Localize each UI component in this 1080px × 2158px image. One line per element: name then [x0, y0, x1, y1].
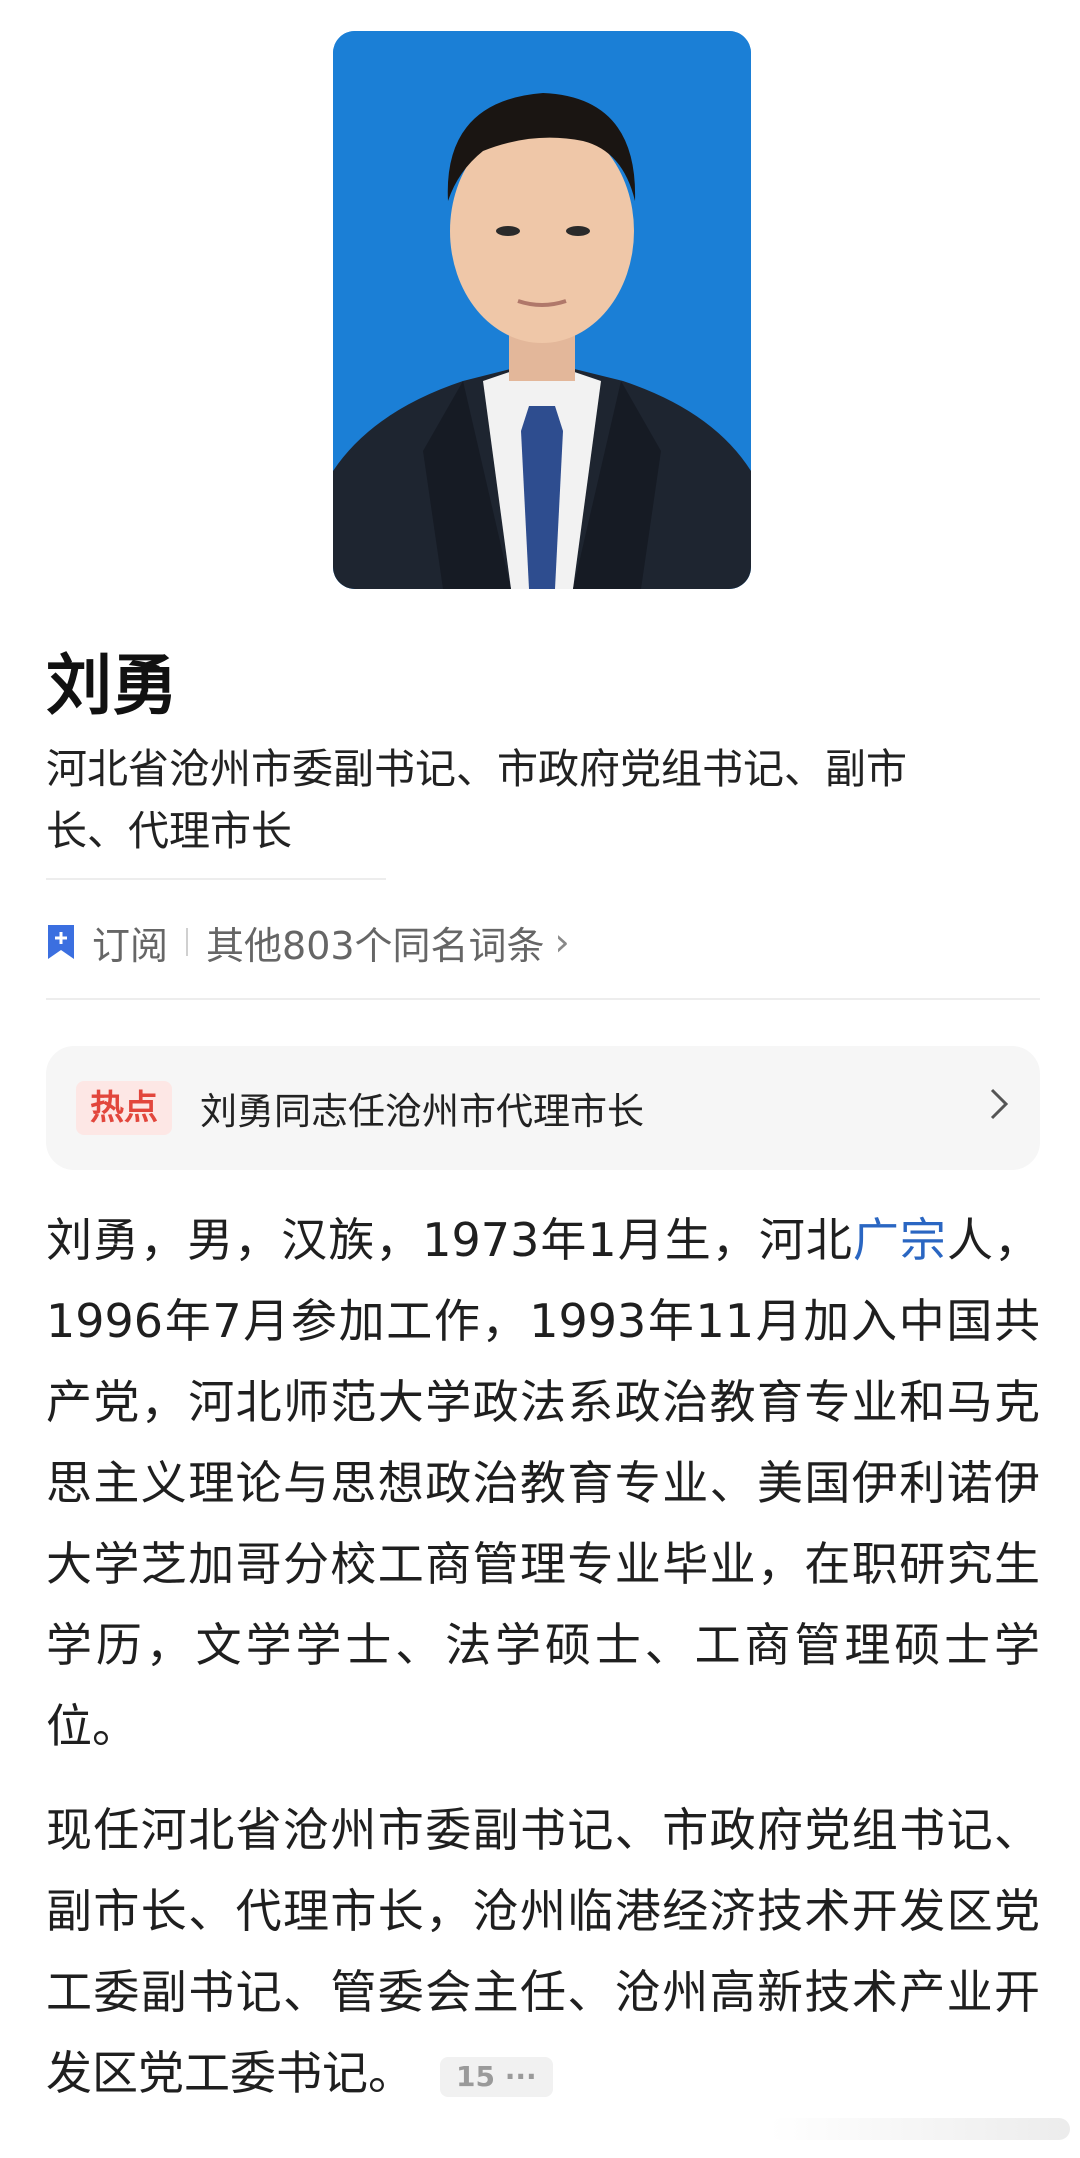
hot-badge: 热点 — [76, 1081, 172, 1135]
hot-news-title[interactable]: 刘勇同志任沧州市代理市长 — [200, 1081, 644, 1135]
divider — [46, 998, 1040, 1000]
chevron-right-icon: › — [554, 920, 570, 964]
hometown-link[interactable]: 广宗 — [853, 1213, 947, 1267]
person-title: 河北省沧州市委副书记、市政府党组书记、副市长、代理市长 — [46, 745, 907, 855]
subscribe-button[interactable]: 订阅 — [92, 915, 168, 970]
chevron-right-icon — [990, 1088, 1009, 1120]
scroll-indicator — [770, 2118, 1070, 2140]
same-name-entries-link[interactable]: 其他803个同名词条 — [206, 915, 545, 970]
bookmark-icon[interactable] — [46, 923, 76, 961]
reference-badge[interactable]: 15 ··· — [440, 2056, 553, 2097]
biography-paragraph: 刘勇，男，汉族，1973年1月生，河北广宗人，1996年7月参加工作，1993年… — [46, 1200, 1040, 1767]
divider — [46, 878, 386, 880]
person-name: 刘勇 — [46, 647, 178, 724]
current-position-paragraph: 现任河北省沧州市委副书记、市政府党组书记、副市长、代理市长，沧州临港经济技术开发… — [46, 1790, 1040, 2114]
separator — [186, 928, 189, 956]
bio-text: 刘勇，男，汉族，1973年1月生，河北 — [46, 1213, 853, 1267]
hot-news-card[interactable]: 热点 刘勇同志任沧州市代理市长 — [46, 1046, 1040, 1170]
portrait-photo — [333, 31, 751, 589]
meta-actions: 订阅 其他803个同名词条 › — [46, 910, 570, 974]
position-text: 现任河北省沧州市委副书记、市政府党组书记、副市长、代理市长，沧州临港经济技术开发… — [46, 1803, 1040, 2100]
bio-text: 人，1996年7月参加工作，1993年11月加入中国共产党，河北师范大学政法系政… — [46, 1213, 1041, 1753]
